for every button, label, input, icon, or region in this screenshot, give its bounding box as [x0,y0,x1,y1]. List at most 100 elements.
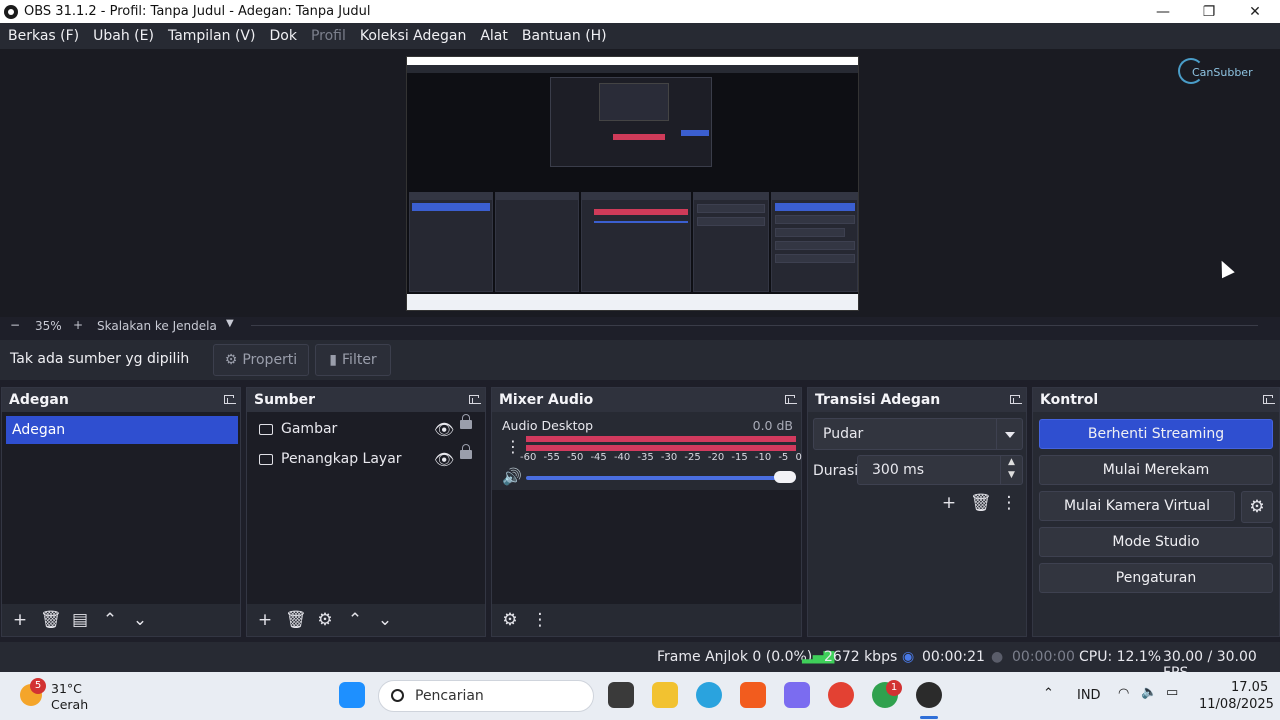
volume-slider[interactable] [526,476,796,480]
duration-stepper[interactable]: ▲ ▼ [1000,456,1022,484]
source-item[interactable]: Gambar 👁 [247,414,487,444]
menu-edit[interactable]: Ubah (E) [93,28,154,44]
zoom-out-button[interactable]: − [10,318,20,332]
menu-file[interactable]: Berkas (F) [8,28,79,44]
duration-label: Durasi [813,463,859,479]
studio-mode-button[interactable]: Mode Studio [1039,527,1273,557]
cansubber-logo: CanSubber [1178,58,1253,88]
copilot-icon[interactable] [784,682,810,708]
preview-screen-capture [406,56,859,311]
stop-streaming-button[interactable]: Berhenti Streaming [1039,419,1273,449]
obs-app-icon [4,4,18,19]
wifi-icon[interactable]: ◠ [1118,686,1129,701]
menu-docks[interactable]: Dok [269,28,296,44]
transition-select[interactable]: Pudar [813,418,1023,450]
zoom-in-button[interactable]: + [73,318,83,332]
stream-time: 00:00:21 [922,649,985,665]
menu-help[interactable]: Bantuan (H) [522,28,607,44]
controls-dock-header: Kontrol [1033,388,1279,412]
chrome-icon[interactable] [828,682,854,708]
audio-mixer-dock: Mixer Audio Audio Desktop 0.0 dB ⋮ -60 -… [491,387,802,637]
start-recording-button[interactable]: Mulai Merekam [1039,455,1273,485]
menu-view[interactable]: Tampilan (V) [168,28,256,44]
weather-badge: 5 [30,678,46,694]
task-view-icon[interactable] [608,682,634,708]
scene-transitions-dock: Transisi Adegan Pudar Durasi 300 ms ▲ ▼ +… [807,387,1027,637]
add-icon[interactable]: + [939,493,959,513]
menu-tools[interactable]: Alat [480,28,508,44]
advanced-audio-gear-icon[interactable]: ⚙ [500,610,520,630]
menu-scene-collection[interactable]: Koleksi Adegan [360,28,466,44]
filter-icon: ▮ [329,352,338,368]
undock-icon[interactable] [785,395,797,404]
sources-list: Gambar 👁 Penangkap Layar 👁 [247,412,485,604]
source-context-bar: Tak ada sumber yg dipilih ⚙ Properti ▮ F… [0,340,1280,380]
virtual-camera-settings-gear-icon[interactable]: ⚙ [1241,491,1273,523]
eye-icon[interactable]: 👁 [434,450,454,469]
volume-icon[interactable]: 🔈 [1141,685,1157,700]
windows-taskbar: 5 31°C Cerah Pencarian 1 ⌃ IND ◠ 🔈 ▭ 17.… [0,672,1280,720]
chrome-badge: 1 [886,680,902,696]
monitor-icon [259,453,273,465]
trash-icon[interactable]: 🗑 [970,493,992,513]
telegram-icon[interactable] [696,682,722,708]
chevron-up-icon[interactable]: ⌃ [100,610,120,630]
preview-area[interactable]: CanSubber [0,49,1280,317]
minimize-button[interactable]: — [1140,0,1186,23]
more-options-icon[interactable]: ⋮ [505,437,521,456]
meter-scale: -60 -55 -50 -45 -40 -35 -30 -25 -20 -15 … [520,452,802,463]
settings-button[interactable]: Pengaturan [1039,563,1273,593]
undock-icon[interactable] [1010,395,1022,404]
battery-icon[interactable]: ▭ [1166,685,1178,700]
maximize-button[interactable]: ❐ [1186,0,1232,23]
mixer-empty-area [492,490,801,604]
eye-icon[interactable]: 👁 [434,420,454,439]
zoom-divider [251,325,1258,326]
weather-temperature[interactable]: 31°C [51,681,82,696]
scene-item[interactable]: Adegan [6,416,238,444]
sources-toolbar: + 🗑 ⚙ ⌃ ⌄ [247,604,485,636]
obs-taskbar-icon[interactable] [916,682,942,708]
more-options-icon[interactable]: ⋮ [999,493,1019,513]
trash-icon[interactable]: 🗑 [285,610,307,630]
lock-icon[interactable] [460,414,472,429]
menu-profile[interactable]: Profil [311,28,346,44]
gear-icon[interactable]: ⚙ [315,610,335,630]
filter-icon[interactable]: ▤ [70,610,90,630]
file-explorer-icon[interactable] [652,682,678,708]
lock-icon[interactable] [460,444,472,459]
more-options-icon[interactable]: ⋮ [530,610,550,630]
add-icon[interactable]: + [255,610,275,630]
image-icon [259,423,273,435]
weather-description[interactable]: Cerah [51,697,88,712]
gear-icon: ⚙ [224,352,238,368]
scene-transitions-dock-header: Transisi Adegan [808,388,1026,412]
language-indicator[interactable]: IND [1077,688,1101,703]
source-item[interactable]: Penangkap Layar 👁 [247,444,487,474]
brave-browser-icon[interactable] [740,682,766,708]
scale-mode-label[interactable]: Skalakan ke Jendela [97,319,217,333]
scale-mode-dropdown-icon[interactable]: ▼ [226,318,234,329]
clock-date[interactable]: 11/08/2025 [1199,697,1274,712]
search-input[interactable]: Pencarian [378,680,594,712]
undock-icon[interactable] [469,395,481,404]
chevron-down-icon[interactable]: ⌄ [130,610,150,630]
trash-icon[interactable]: 🗑 [40,610,62,630]
chevron-up-icon[interactable]: ⌃ [345,610,365,630]
filters-button[interactable]: ▮ Filter [315,344,391,376]
undock-icon[interactable] [224,395,236,404]
start-virtual-camera-button[interactable]: Mulai Kamera Virtual [1039,491,1235,521]
clock-time[interactable]: 17.05 [1231,680,1268,695]
add-icon[interactable]: + [10,610,30,630]
windows-start-icon[interactable] [339,682,365,708]
properties-button[interactable]: ⚙ Properti [213,344,309,376]
chevron-down-icon [996,419,1022,449]
chevron-down-icon[interactable]: ⌄ [375,610,395,630]
close-button[interactable]: ✕ [1232,0,1278,23]
chevron-up-icon[interactable]: ⌃ [1043,686,1054,701]
volume-slider-handle[interactable] [774,471,796,483]
speaker-icon[interactable]: 🔊 [502,467,522,486]
scenes-dock: Adegan Adegan + 🗑 ▤ ⌃ ⌄ [1,387,241,637]
duration-input[interactable]: 300 ms ▲ ▼ [857,455,1023,485]
undock-icon[interactable] [1263,395,1275,404]
